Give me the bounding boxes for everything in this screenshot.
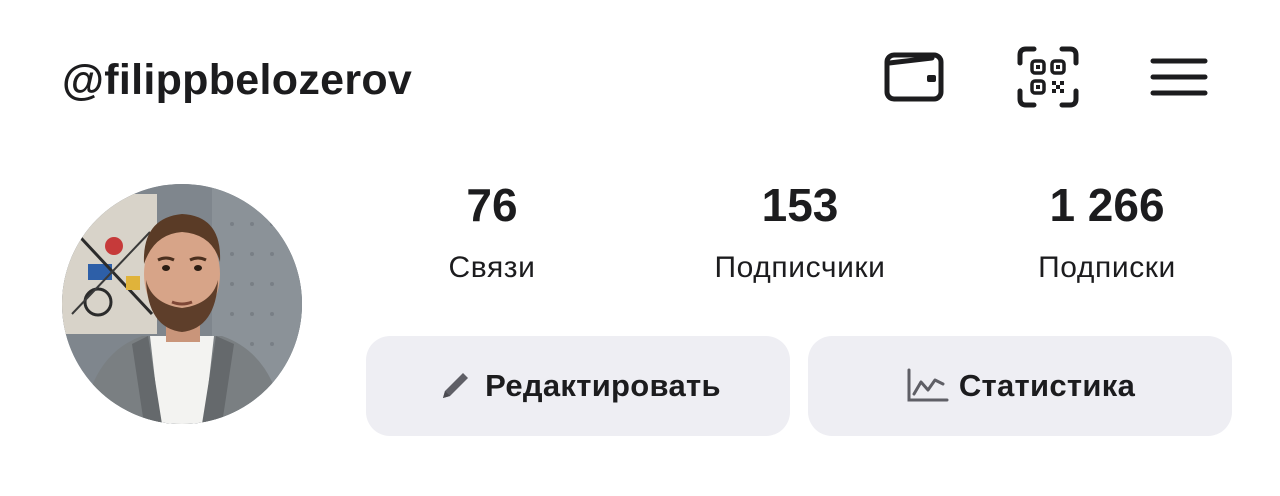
stat-following[interactable]: 1 266 Подписки	[1000, 176, 1214, 288]
edit-profile-label: Редактировать	[485, 368, 721, 403]
stat-label: Подписки	[1038, 251, 1176, 284]
menu-icon	[1150, 58, 1208, 96]
pencil-icon	[435, 366, 475, 406]
avatar[interactable]	[62, 184, 302, 424]
wallet-button[interactable]	[878, 44, 950, 110]
stat-value: 153	[761, 179, 839, 231]
stat-value: 1 266	[1049, 179, 1165, 231]
stat-connections[interactable]: 76 Связи	[392, 176, 592, 288]
chart-icon	[905, 366, 949, 406]
qr-code-button[interactable]	[1012, 44, 1084, 110]
avatar-photo	[62, 184, 302, 424]
qr-code-icon	[1017, 46, 1079, 108]
stat-label: Подписчики	[714, 251, 886, 284]
stat-label: Связи	[448, 251, 536, 284]
menu-button[interactable]	[1143, 44, 1215, 110]
edit-profile-button[interactable]: Редактировать	[366, 336, 790, 436]
stat-followers[interactable]: 153 Подписчики	[680, 176, 920, 288]
stat-value: 76	[466, 179, 518, 231]
profile-header: @filippbelozerov 76 Связи 153 Подписчики…	[0, 0, 1280, 496]
statistics-label: Статистика	[958, 368, 1136, 403]
profile-username: @filippbelozerov	[62, 56, 413, 104]
statistics-button[interactable]: Статистика	[808, 336, 1232, 436]
wallet-icon	[884, 52, 944, 102]
